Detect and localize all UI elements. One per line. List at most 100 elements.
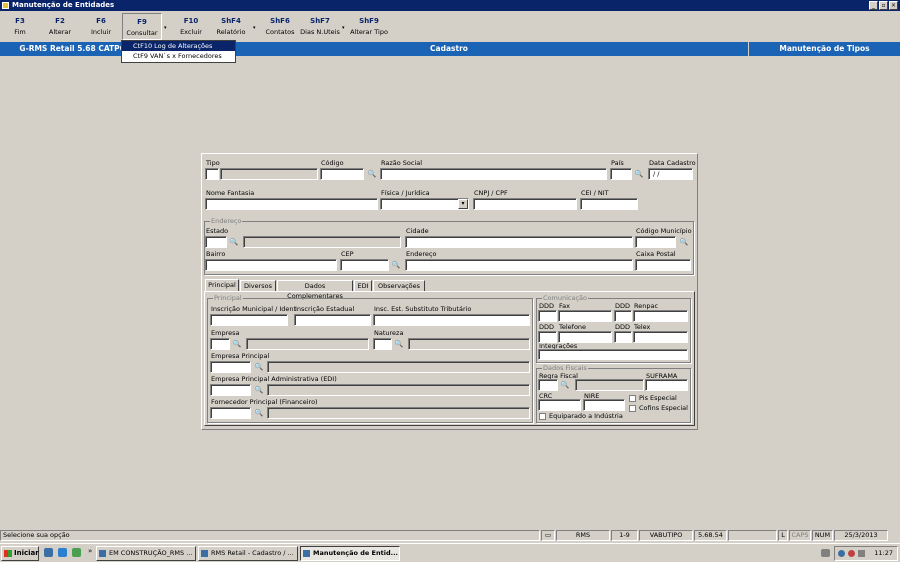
fornecedor-principal-input[interactable] bbox=[210, 407, 251, 419]
toolbar-button-relatorio[interactable]: ShF4 Relatório bbox=[211, 13, 251, 40]
start-button[interactable]: Iniciar bbox=[1, 546, 39, 561]
dias-uteis-dropdown-arrow-icon[interactable]: ▾ bbox=[342, 25, 347, 31]
toolbar-button-consultar[interactable]: F9 Consultar bbox=[122, 13, 162, 40]
quicklaunch-desktop-icon[interactable] bbox=[72, 548, 81, 557]
inscricao-estadual-input[interactable] bbox=[294, 314, 371, 326]
equiparado-label: Equiparado a Indústria bbox=[549, 412, 623, 420]
binoculars-icon[interactable]: 🔍 bbox=[393, 339, 405, 350]
cei-nit-input[interactable] bbox=[580, 198, 638, 210]
equiparado-checkbox[interactable] bbox=[539, 413, 546, 420]
codigo-input[interactable] bbox=[320, 168, 364, 180]
estado-input[interactable] bbox=[205, 236, 227, 248]
regra-fiscal-input[interactable] bbox=[538, 379, 558, 391]
empresa-principal-adm-input[interactable] bbox=[210, 384, 251, 396]
telefone-label: Telefone bbox=[559, 323, 587, 331]
renpac-ddd-input[interactable] bbox=[614, 310, 632, 322]
taskbar: Iniciar » EM CONSTRUÇÃO_RMS ... RMS Reta… bbox=[0, 543, 900, 562]
tray-network-icon[interactable] bbox=[838, 550, 845, 557]
insc-substituto-input[interactable] bbox=[373, 314, 530, 326]
relatorio-dropdown-arrow-icon[interactable]: ▾ bbox=[253, 25, 258, 31]
binoculars-icon[interactable]: 🔍 bbox=[633, 169, 645, 180]
renpac-input[interactable] bbox=[633, 310, 688, 322]
minimize-button[interactable]: _ bbox=[869, 1, 878, 10]
toolbar-button-contatos[interactable]: ShF6 Contatos bbox=[260, 13, 300, 40]
suframa-input[interactable] bbox=[645, 379, 688, 391]
chevron-down-icon[interactable]: ▾ bbox=[458, 199, 468, 209]
pis-especial-label: Pis Especial bbox=[639, 394, 677, 402]
toolbar-button-incluir[interactable]: F6 Incluir bbox=[81, 13, 121, 40]
menu-item-log-alteracoes[interactable]: CtF10 Log de Alterações bbox=[122, 41, 235, 51]
binoculars-icon[interactable]: 🔍 bbox=[253, 362, 265, 373]
taskbar-item-rms-cadastro[interactable]: RMS Retail - Cadastro / ... bbox=[198, 546, 298, 561]
binoculars-icon[interactable]: 🔍 bbox=[366, 169, 378, 180]
inscricao-municipal-label: Inscrição Municipal / Ident bbox=[211, 305, 297, 313]
cei-nit-label: CEI / NIT bbox=[581, 189, 609, 197]
tab-observacoes[interactable]: Observações bbox=[373, 280, 425, 291]
caixa-postal-input[interactable] bbox=[635, 259, 691, 271]
fax-ddd-input[interactable] bbox=[538, 310, 557, 322]
tab-dados-complementares[interactable]: Dados Complementares bbox=[277, 280, 353, 300]
binoculars-icon[interactable]: 🔍 bbox=[228, 237, 240, 248]
toolbar-button-alterar-tipo[interactable]: ShF9 Alterar Tipo bbox=[349, 13, 389, 40]
fisica-juridica-select[interactable] bbox=[380, 198, 469, 210]
nome-fantasia-input[interactable] bbox=[205, 198, 378, 210]
tab-principal[interactable]: Principal bbox=[205, 279, 239, 291]
consultar-dropdown-arrow-icon[interactable]: ▾ bbox=[164, 25, 169, 31]
taskbar-item-em-construcao[interactable]: EM CONSTRUÇÃO_RMS ... bbox=[96, 546, 196, 561]
inscricao-estadual-label: Inscrição Estadual bbox=[295, 305, 355, 313]
pis-especial-checkbox[interactable] bbox=[629, 395, 636, 402]
quicklaunch-outlook-icon[interactable] bbox=[44, 548, 53, 557]
endereco-input[interactable] bbox=[405, 259, 633, 271]
natureza-input[interactable] bbox=[373, 338, 392, 350]
crc-input[interactable] bbox=[538, 399, 581, 411]
telex-input[interactable] bbox=[633, 331, 688, 343]
toolbar-button-fim[interactable]: F3 Fim bbox=[0, 13, 40, 40]
razao-social-input[interactable] bbox=[380, 168, 607, 180]
telex-ddd-input[interactable] bbox=[614, 331, 632, 343]
key-label: ShF9 bbox=[359, 17, 379, 25]
cidade-input[interactable] bbox=[405, 236, 633, 248]
codigo-municipio-input[interactable] bbox=[635, 236, 676, 248]
binoculars-icon[interactable]: 🔍 bbox=[390, 260, 402, 271]
section-header: Cadastro bbox=[150, 42, 748, 56]
toolbar-button-dias-uteis[interactable]: ShF7 Dias N.Uteis bbox=[300, 13, 340, 40]
status-l: L bbox=[778, 530, 788, 541]
binoculars-icon[interactable]: 🔍 bbox=[253, 385, 265, 396]
quicklaunch-more-icon[interactable]: » bbox=[88, 547, 92, 555]
toolbar-button-alterar[interactable]: F2 Alterar bbox=[40, 13, 80, 40]
printer-icon[interactable] bbox=[821, 549, 830, 557]
restore-button[interactable]: ▫ bbox=[879, 1, 888, 10]
binoculars-icon[interactable]: 🔍 bbox=[678, 237, 690, 248]
close-button[interactable]: × bbox=[889, 1, 898, 10]
tab-diversos[interactable]: Diversos bbox=[240, 280, 276, 291]
fornecedor-principal-description-field bbox=[267, 407, 530, 419]
toolbar-button-excluir[interactable]: F10 Excluir bbox=[171, 13, 211, 40]
taskbar-item-manutencao[interactable]: Manutenção de Entid... bbox=[300, 546, 400, 561]
tab-edi[interactable]: EDI bbox=[354, 280, 372, 291]
bairro-input[interactable] bbox=[205, 259, 337, 271]
quicklaunch-ie-icon[interactable] bbox=[58, 548, 67, 557]
inscricao-municipal-input[interactable] bbox=[210, 314, 288, 326]
binoculars-icon[interactable]: 🔍 bbox=[253, 408, 265, 419]
cep-input[interactable] bbox=[340, 259, 389, 271]
document-icon: ▭ bbox=[541, 530, 555, 541]
empresa-principal-input[interactable] bbox=[210, 361, 251, 373]
pais-input[interactable] bbox=[610, 168, 632, 180]
renpac-ddd-label: DDD bbox=[615, 302, 631, 310]
tipo-input[interactable] bbox=[205, 168, 219, 180]
key-label: F10 bbox=[183, 17, 199, 25]
cnpj-cpf-input[interactable] bbox=[473, 198, 577, 210]
empresa-input[interactable] bbox=[210, 338, 230, 350]
menu-item-vans-fornecedores[interactable]: CtF9 VAN`s x Fornecedores bbox=[122, 51, 235, 61]
cofins-especial-checkbox[interactable] bbox=[629, 405, 636, 412]
binoculars-icon[interactable]: 🔍 bbox=[559, 380, 571, 391]
binoculars-icon[interactable]: 🔍 bbox=[231, 339, 243, 350]
tray-volume-icon[interactable] bbox=[858, 550, 865, 557]
integracoes-input[interactable] bbox=[538, 349, 688, 360]
tray-security-icon[interactable] bbox=[848, 550, 855, 557]
clock[interactable]: 11:27 bbox=[874, 549, 893, 557]
nire-input[interactable] bbox=[583, 399, 625, 411]
data-cadastro-input[interactable]: / / bbox=[648, 168, 693, 180]
regra-fiscal-description-field bbox=[575, 379, 644, 391]
fax-input[interactable] bbox=[558, 310, 612, 322]
